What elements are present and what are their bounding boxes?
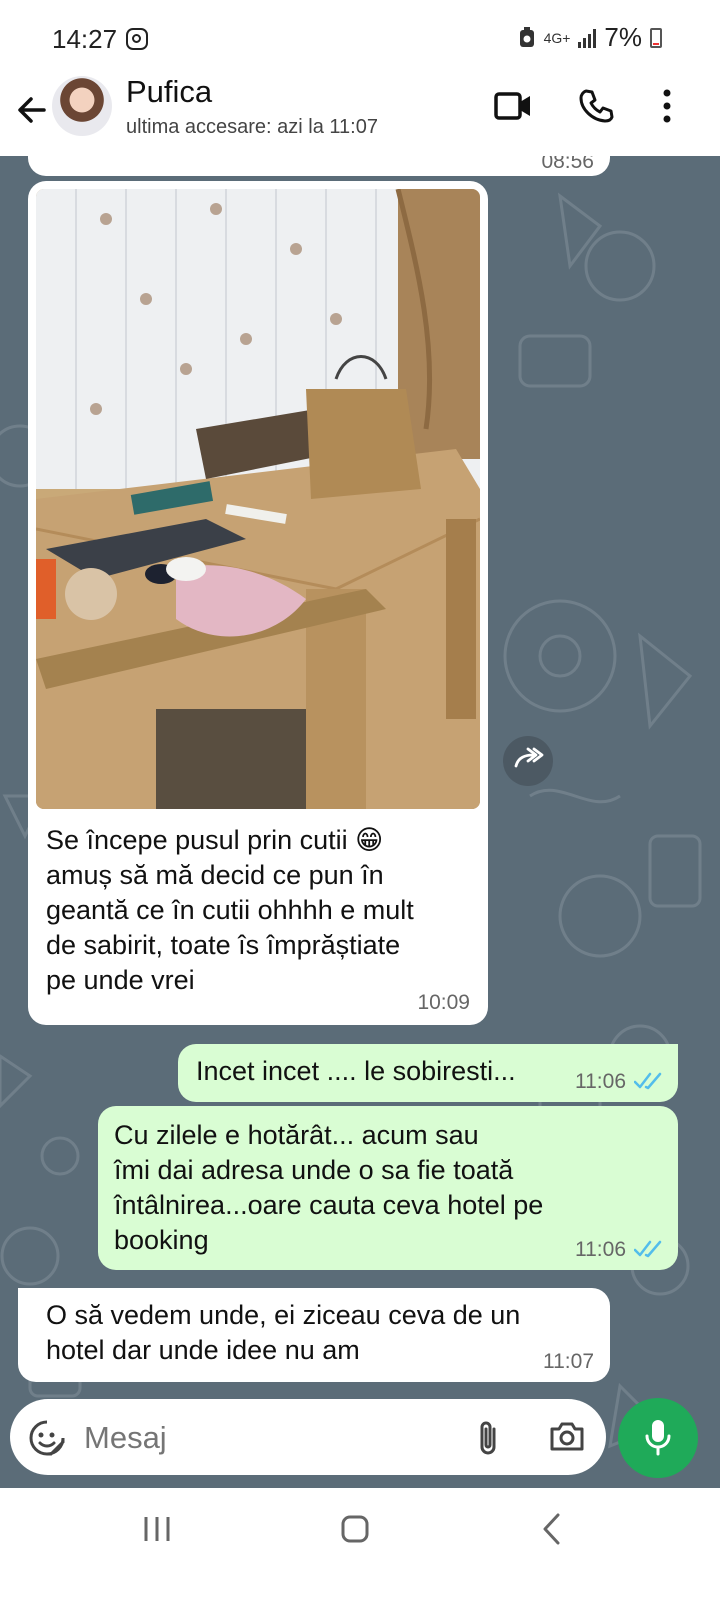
camera-icon[interactable] — [548, 1419, 586, 1453]
status-bar: 14:27 4G+ 7% — [0, 0, 720, 76]
message-time: 11:06 — [575, 1070, 626, 1093]
emoji-sticker-icon[interactable] — [28, 1419, 66, 1457]
forward-icon — [514, 747, 544, 768]
avatar[interactable] — [52, 76, 112, 136]
message-time: 11:07 — [543, 1350, 594, 1373]
battery-percent: 7% — [604, 22, 642, 52]
shared-photo[interactable] — [36, 189, 480, 809]
read-receipt-icon — [634, 1240, 662, 1258]
photo-desk-scene — [36, 189, 480, 809]
mic-icon — [645, 1420, 671, 1456]
message-bubble-incoming[interactable]: O să vedem unde, ei ziceau ceva de un ho… — [18, 1288, 610, 1382]
chat-area[interactable]: 08:56 Se începe pusul prin cutii 😁 amuș … — [0, 156, 720, 1511]
forward-button[interactable] — [503, 736, 553, 786]
video-call-icon[interactable] — [494, 88, 534, 124]
message-time: 08:56 — [541, 156, 594, 173]
chat-header: Pufica ultima accesare: azi la 11:07 — [0, 74, 720, 156]
battery-icon — [650, 27, 662, 48]
system-navigation-bar — [0, 1488, 720, 1600]
battery-saver-icon — [519, 26, 534, 47]
attach-icon[interactable] — [476, 1419, 500, 1457]
message-bubble-outgoing[interactable]: Incet incet .... le sobiresti... 11:06 — [178, 1044, 678, 1102]
message-text: Cu zilele e hotărât... acum sau îmi dai … — [114, 1120, 544, 1255]
voice-call-icon[interactable] — [578, 88, 614, 124]
system-back-icon[interactable] — [540, 1512, 564, 1546]
message-time: 11:06 — [575, 1238, 626, 1261]
recent-apps-icon[interactable] — [140, 1514, 174, 1544]
message-text: O să vedem unde, ei ziceau ceva de un ho… — [46, 1300, 521, 1365]
message-bubble-incoming[interactable]: 08:56 — [28, 156, 610, 176]
image-message-bubble[interactable]: Se începe pusul prin cutii 😁 amuș să mă … — [28, 181, 488, 1025]
instagram-icon — [126, 28, 148, 50]
status-time: 14:27 — [52, 24, 118, 54]
status-indicators: 4G+ 7% — [518, 22, 662, 53]
network-type: 4G+ — [543, 29, 571, 46]
message-time: 10:09 — [417, 991, 470, 1014]
message-bubble-outgoing[interactable]: Cu zilele e hotărât... acum sau îmi dai … — [98, 1106, 678, 1270]
more-options-icon[interactable] — [662, 88, 672, 124]
last-seen: ultima accesare: azi la 11:07 — [126, 116, 378, 138]
message-composer[interactable] — [10, 1399, 606, 1475]
contact-name[interactable]: Pufica — [126, 74, 212, 110]
message-input[interactable] — [82, 1413, 456, 1463]
message-text: Se începe pusul prin cutii 😁 amuș să mă … — [46, 825, 414, 995]
mic-button[interactable] — [618, 1398, 698, 1478]
back-arrow-icon[interactable] — [12, 90, 52, 130]
signal-icon — [578, 28, 597, 48]
home-icon[interactable] — [340, 1514, 370, 1544]
read-receipt-icon — [634, 1072, 662, 1090]
message-text: Incet incet .... le sobiresti... — [196, 1056, 516, 1086]
